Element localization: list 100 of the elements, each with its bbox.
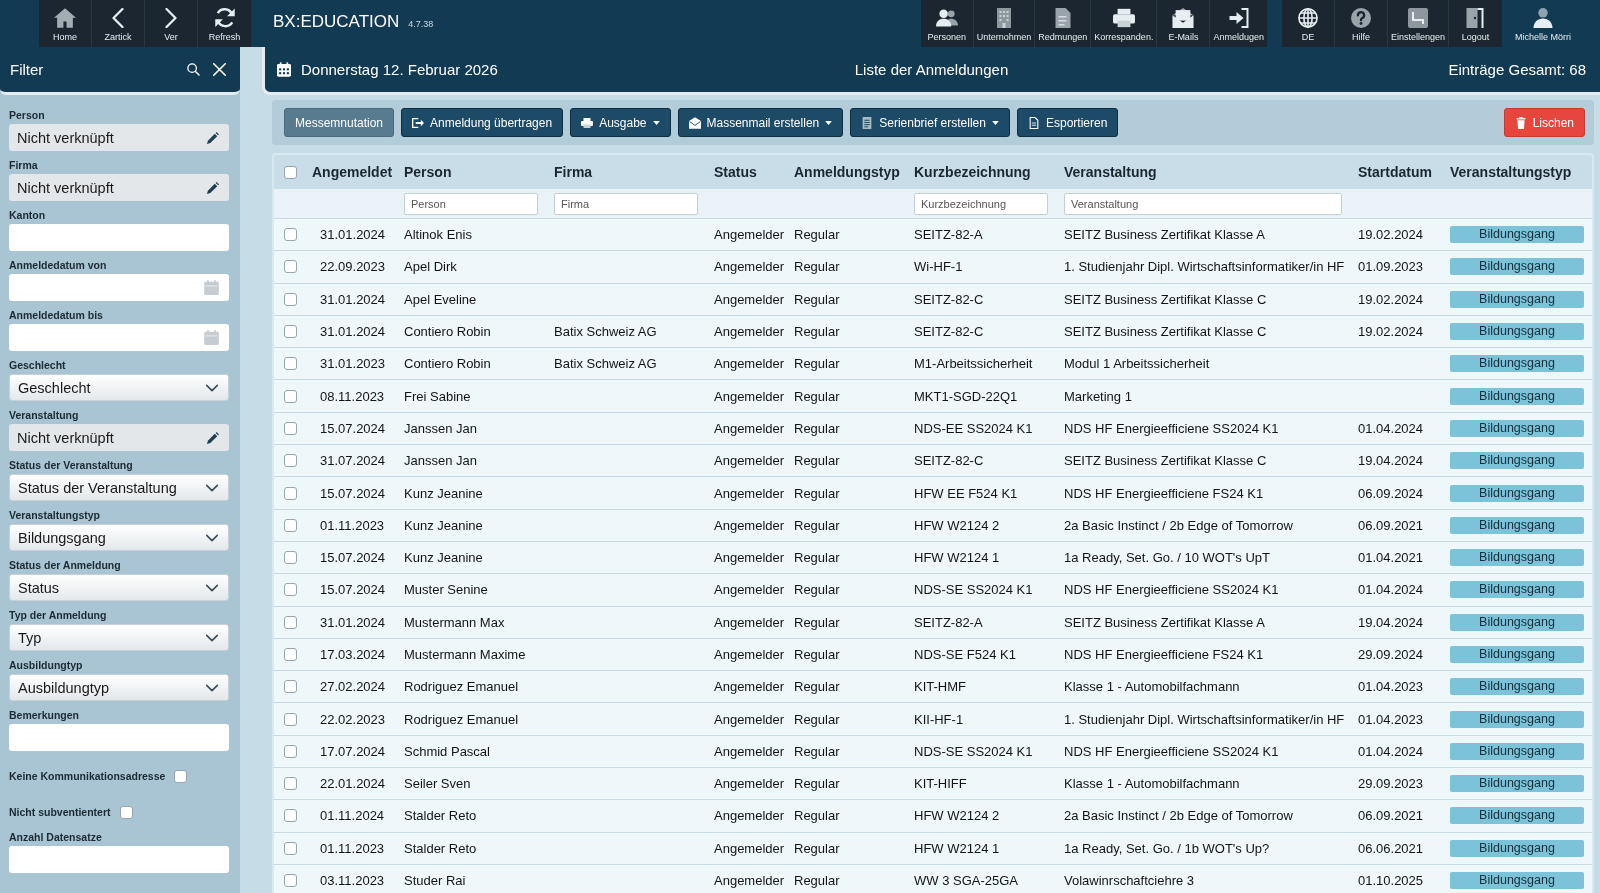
table-cell: 1a Ready, Set. Go. / 10 WOT's UpT bbox=[1064, 550, 1270, 566]
row-checkbox[interactable] bbox=[283, 486, 297, 500]
input-field[interactable] bbox=[9, 724, 229, 751]
column-header[interactable]: Veranstaltungstyp bbox=[1450, 164, 1572, 180]
toolbar-button[interactable]: Ausgabe bbox=[570, 108, 671, 137]
row-checkbox[interactable] bbox=[283, 712, 297, 726]
table-cell: 01.04.2024 bbox=[1358, 582, 1424, 598]
printer-icon bbox=[1112, 8, 1135, 28]
date-field[interactable] bbox=[9, 324, 229, 351]
row-checkbox[interactable] bbox=[283, 744, 297, 758]
link-field[interactable]: Nicht verknüpft bbox=[9, 174, 229, 201]
user-icon bbox=[1532, 8, 1554, 28]
calendar-icon[interactable] bbox=[204, 280, 219, 295]
row-checkbox[interactable] bbox=[283, 518, 297, 532]
input-field[interactable] bbox=[9, 846, 229, 873]
calendar-icon[interactable] bbox=[204, 330, 219, 345]
filter-field[interactable]: Kurzbezeichnung bbox=[914, 192, 1048, 215]
row-checkbox[interactable] bbox=[283, 454, 297, 468]
user-button[interactable]: Michelle Mörri bbox=[1512, 0, 1574, 47]
table-cell: M1-Arbeitssicherheit bbox=[914, 356, 1033, 372]
column-header[interactable]: Anmeldungstyp bbox=[794, 164, 900, 180]
row-checkbox[interactable] bbox=[283, 389, 297, 403]
table-cell: KII-HF-1 bbox=[914, 711, 964, 727]
row-checkbox[interactable] bbox=[283, 357, 297, 371]
select-field[interactable]: Geschlecht bbox=[9, 374, 229, 401]
row-checkbox[interactable] bbox=[283, 648, 297, 661]
row-checkbox[interactable] bbox=[283, 292, 297, 306]
select-field[interactable]: Status bbox=[9, 574, 229, 601]
toolbar-button[interactable]: Esportieren bbox=[1016, 108, 1119, 137]
toolbar-button[interactable]: Serienbrief erstellen bbox=[850, 108, 1010, 137]
select-field[interactable]: Bildungsgang bbox=[9, 524, 229, 551]
row-checkbox[interactable] bbox=[283, 680, 297, 694]
link-field[interactable]: Nicht verknüpft bbox=[9, 124, 229, 151]
nav-button[interactable]: Logout bbox=[1449, 0, 1502, 47]
column-header[interactable]: Firma bbox=[554, 164, 593, 180]
column-header[interactable]: Angemeldet bbox=[312, 164, 393, 180]
table-cell: Angemelder bbox=[714, 388, 785, 404]
select-field[interactable]: Status der Veranstaltung bbox=[9, 474, 229, 501]
filter-field[interactable]: Firma bbox=[554, 192, 698, 215]
table-cell: 06.06.2021 bbox=[1358, 840, 1424, 856]
table-cell: HFW W2124 2 bbox=[914, 808, 1000, 824]
table-cell: 01.11.2023 bbox=[320, 517, 385, 533]
filter-field[interactable]: Person bbox=[404, 192, 538, 215]
close-icon[interactable] bbox=[213, 63, 226, 76]
row-checkbox[interactable] bbox=[283, 583, 297, 597]
table-cell: 31.07.2024 bbox=[320, 453, 386, 469]
type-badge: Bildungsgang bbox=[1450, 872, 1584, 890]
table-cell: Angemelder bbox=[714, 873, 785, 889]
checkbox[interactable] bbox=[174, 769, 188, 783]
select-field[interactable]: Typ bbox=[9, 624, 229, 651]
column-header[interactable]: Person bbox=[404, 164, 452, 180]
row-checkbox[interactable] bbox=[283, 260, 297, 274]
table-cell: Regular bbox=[794, 517, 840, 533]
link-field[interactable]: Nicht verknüpft bbox=[9, 424, 229, 451]
select-all-checkbox[interactable] bbox=[283, 165, 297, 179]
table-cell: 22.09.2023 bbox=[320, 259, 386, 275]
select-field[interactable]: Ausbildungtyp bbox=[9, 674, 229, 701]
table-cell: Schmid Pascal bbox=[404, 743, 490, 759]
row-checkbox[interactable] bbox=[283, 228, 297, 242]
row-checkbox[interactable] bbox=[283, 421, 297, 435]
field-label: Veranstaltung bbox=[9, 409, 80, 421]
column-header[interactable]: Status bbox=[714, 164, 757, 180]
pencil-icon[interactable] bbox=[207, 431, 219, 444]
column-header[interactable]: Kurzbezeichnung bbox=[914, 164, 1031, 180]
table-cell: Angemelder bbox=[714, 582, 785, 598]
column-header[interactable]: Startdatum bbox=[1358, 164, 1432, 180]
toolbar-button[interactable]: Anmeldung übertragen bbox=[401, 108, 564, 137]
delete-button[interactable]: Lischen bbox=[1503, 108, 1585, 137]
toolbar-button[interactable]: Massenmail erstellen bbox=[677, 108, 844, 137]
row-checkbox[interactable] bbox=[283, 615, 297, 629]
table-cell: NDS-SE F524 K1 bbox=[914, 647, 1016, 662]
filter-field[interactable]: Veranstaltung bbox=[1064, 192, 1342, 215]
row-checkbox[interactable] bbox=[283, 841, 297, 855]
table-cell: Regular bbox=[794, 647, 840, 662]
nav-button[interactable]: Refresh bbox=[198, 0, 251, 47]
search-icon[interactable] bbox=[187, 63, 200, 76]
input-field[interactable] bbox=[9, 224, 229, 251]
table-cell: Klasse 1 - Automobilfachmann bbox=[1064, 776, 1240, 792]
toolbar-button[interactable]: Messemnutation bbox=[284, 108, 395, 137]
date-field[interactable] bbox=[9, 274, 229, 301]
table-cell: 15.07.2024 bbox=[320, 420, 386, 436]
table-cell: Regular bbox=[794, 485, 840, 501]
pencil-icon[interactable] bbox=[207, 131, 219, 144]
type-badge: Bildungsgang bbox=[1450, 484, 1584, 502]
table-cell: 1. Studienjahr Dipl. Wirtschaftsinformatiker/in HF bbox=[1064, 711, 1345, 727]
type-badge: Bildungsgang bbox=[1450, 839, 1584, 857]
table-cell: Angemelder bbox=[714, 259, 785, 275]
row-checkbox[interactable] bbox=[283, 874, 297, 888]
row-checkbox[interactable] bbox=[283, 551, 297, 565]
row-checkbox[interactable] bbox=[283, 325, 297, 339]
pencil-icon[interactable] bbox=[207, 181, 219, 194]
row-checkbox[interactable] bbox=[283, 809, 297, 823]
table-cell: Angemelder bbox=[714, 840, 785, 856]
type-badge: Bildungsgang bbox=[1450, 323, 1584, 341]
nav-button[interactable]: Anmeldugen bbox=[1210, 0, 1267, 47]
table-cell: KIT-HMF bbox=[914, 679, 966, 695]
column-header[interactable]: Veranstaltung bbox=[1064, 164, 1157, 180]
checkbox[interactable] bbox=[119, 805, 133, 819]
table-cell: HFW W2124 1 bbox=[914, 550, 1000, 566]
row-checkbox[interactable] bbox=[283, 777, 297, 791]
